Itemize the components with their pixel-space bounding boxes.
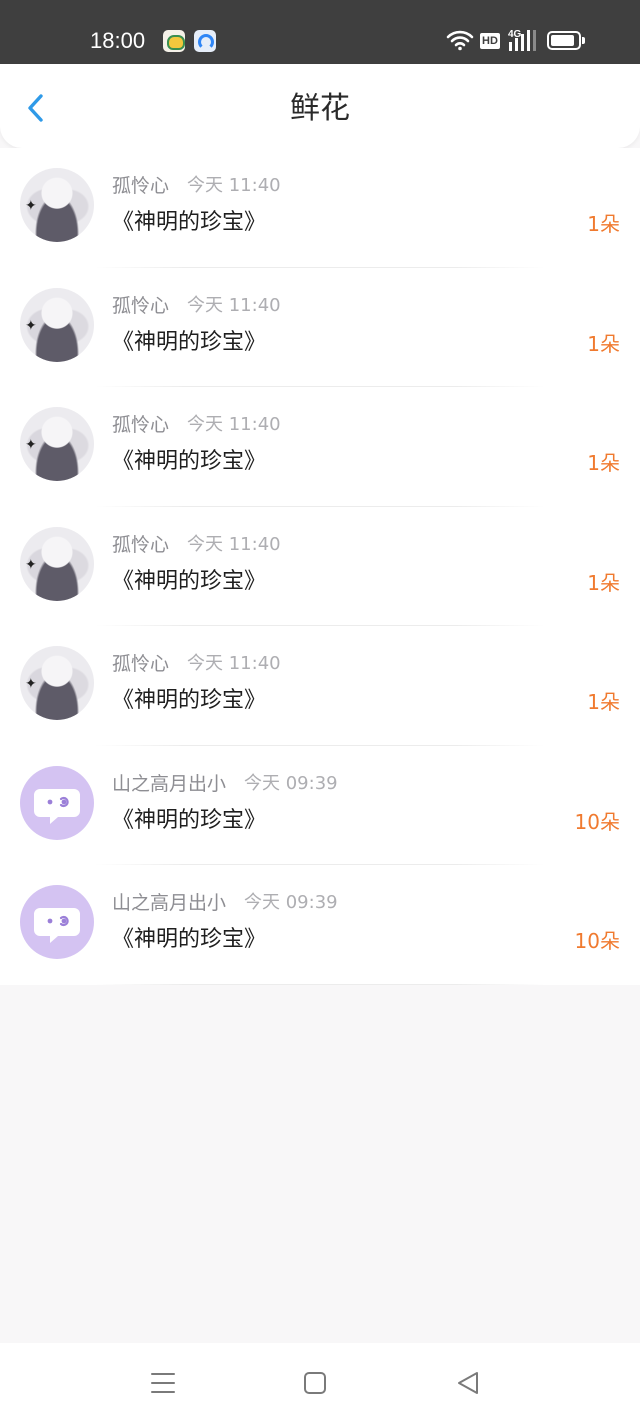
user-avatar[interactable]: ✦ (20, 407, 94, 481)
gift-list-item[interactable]: ✦ 孤怜心 今天 11:40 《神明的珍宝》 1朵 (0, 387, 640, 507)
gift-list-item[interactable]: 山之高月出小 今天 09:39 《神明的珍宝》 10朵 (0, 865, 640, 985)
flower-amount: 10朵 (574, 929, 620, 953)
notification-app-icon (163, 30, 185, 52)
flower-amount: 10朵 (574, 809, 620, 834)
chat-bubble-icon (34, 788, 80, 824)
gift-list-item[interactable]: ✦ 孤怜心 今天 11:40 《神明的珍宝》 1朵 (0, 507, 640, 626)
row-divider (95, 983, 545, 985)
user-avatar[interactable]: ✦ (20, 168, 94, 242)
nickname: 孤怜心 (112, 414, 170, 436)
user-avatar[interactable]: ✦ (20, 646, 94, 720)
gift-list-item[interactable]: ✦ 孤怜心 今天 11:40 《神明的珍宝》 1朵 (0, 268, 640, 387)
gift-time: 今天 11:40 (187, 653, 281, 674)
user-avatar[interactable]: ✦ (20, 287, 94, 362)
flower-amount: 1朵 (587, 690, 620, 714)
flower-amount: 1朵 (587, 212, 620, 236)
sparkle-icon: ✦ (25, 437, 37, 453)
nickname: 孤怜心 (112, 653, 170, 675)
status-time: 18:00 (90, 28, 146, 53)
system-nav-bar (0, 1343, 640, 1422)
book-title: 《神明的珍宝》 (112, 807, 267, 833)
wifi-icon (446, 30, 474, 51)
gift-time: 今天 11:40 (187, 533, 281, 555)
browser-app-icon (194, 30, 216, 52)
signal-icon: 4G (508, 29, 536, 51)
sparkle-icon: ✦ (25, 556, 37, 573)
user-avatar[interactable]: ✦ (20, 526, 94, 601)
book-title: 《神明的珍宝》 (112, 568, 267, 594)
battery-icon (547, 31, 585, 50)
chat-bubble-icon (34, 908, 80, 943)
gift-time: 今天 11:40 (187, 175, 281, 196)
flower-gift-list: ✦ 孤怜心 今天 11:40 《神明的珍宝》 1朵 ✦ 孤怜心 今天 11:40… (0, 148, 640, 985)
nickname: 山之高月出小 (112, 772, 227, 795)
gift-list-item[interactable]: ✦ 孤怜心 今天 11:40 《神明的珍宝》 1朵 (0, 148, 640, 268)
gift-list-item[interactable]: 山之高月出小 今天 09:39 《神明的珍宝》 10朵 (0, 746, 640, 865)
home-square-icon[interactable] (301, 1369, 329, 1397)
page-title: 鲜花 (290, 91, 350, 126)
book-title: 《神明的珍宝》 (112, 449, 267, 474)
flower-amount: 1朵 (587, 451, 620, 475)
flower-amount: 1朵 (587, 331, 620, 356)
book-title: 《神明的珍宝》 (112, 927, 267, 952)
default-avatar[interactable] (20, 765, 94, 840)
sparkle-icon: ✦ (25, 198, 37, 214)
gift-time: 今天 11:40 (187, 294, 281, 316)
nickname: 孤怜心 (112, 533, 170, 556)
sparkle-icon: ✦ (25, 676, 37, 692)
gift-time: 今天 09:39 (244, 772, 338, 794)
book-title: 《神明的珍宝》 (112, 210, 267, 235)
gift-time: 今天 09:39 (244, 892, 338, 913)
nickname: 孤怜心 (112, 294, 170, 317)
flower-amount: 1朵 (587, 570, 620, 595)
menu-icon[interactable] (149, 1369, 177, 1397)
gift-list-item[interactable]: ✦ 孤怜心 今天 11:40 《神明的珍宝》 1朵 (0, 626, 640, 746)
book-title: 《神明的珍宝》 (112, 329, 267, 355)
back-triangle-icon[interactable] (454, 1369, 482, 1397)
sparkle-icon: ✦ (25, 317, 37, 334)
book-title: 《神明的珍宝》 (112, 688, 267, 713)
header: 鲜花 (0, 64, 640, 148)
hd-icon: HD (480, 33, 500, 49)
nickname: 山之高月出小 (112, 892, 227, 914)
default-avatar[interactable] (20, 885, 94, 959)
status-bar: 18:00 HD 4G (0, 0, 640, 64)
nickname: 孤怜心 (112, 175, 170, 197)
gift-time: 今天 11:40 (187, 414, 281, 435)
network-type-label: 4G (508, 29, 522, 40)
